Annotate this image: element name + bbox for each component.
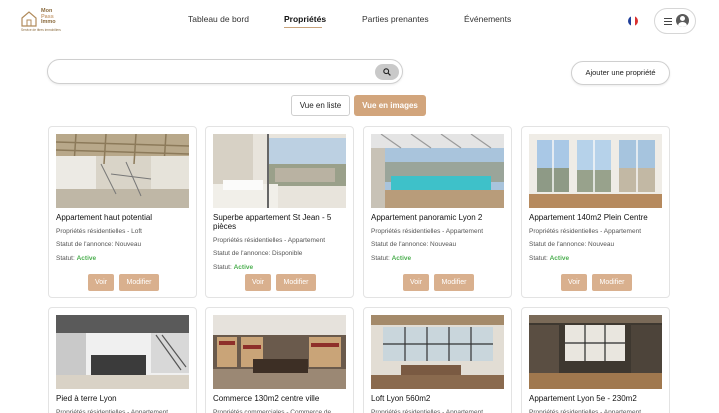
property-status: Statut: Active xyxy=(56,255,97,262)
nav-stakeholders[interactable]: Parties prenantes xyxy=(362,14,429,24)
status-badge: Active xyxy=(391,255,412,262)
nav-events[interactable]: Événements xyxy=(464,14,511,24)
nav-dashboard[interactable]: Tableau de bord xyxy=(188,14,249,24)
view-button[interactable]: Voir xyxy=(561,274,587,291)
property-title: Superbe appartement St Jean - 5 pièces xyxy=(213,213,332,231)
property-title: Appartement 140m2 Plein Centre xyxy=(529,213,648,222)
property-title: Pied à terre Lyon xyxy=(56,394,117,403)
french-flag-icon[interactable] xyxy=(628,16,638,26)
nav-properties[interactable]: Propriétés xyxy=(284,14,326,24)
property-type: Propriétés résidentielles - Appartement xyxy=(529,228,642,235)
property-card: Loft Lyon 560m2 Propriétés résidentielle… xyxy=(363,307,512,413)
property-photo[interactable] xyxy=(213,134,346,208)
search-button[interactable] xyxy=(375,64,399,80)
property-photo[interactable] xyxy=(529,315,662,389)
edit-button[interactable]: Modifier xyxy=(276,274,316,291)
property-status: Statut: Active xyxy=(213,264,254,271)
property-type: Propriétés résidentielles - Appartement xyxy=(371,409,484,413)
status-badge: Active xyxy=(549,255,570,262)
property-photo[interactable] xyxy=(56,134,189,208)
property-card: Pied à terre Lyon Propriétés résidentiel… xyxy=(48,307,197,413)
search-bar xyxy=(47,59,403,84)
search-icon xyxy=(383,68,391,76)
property-title: Appartement haut potential xyxy=(56,213,153,222)
list-view-button[interactable]: Vue en liste xyxy=(291,95,350,116)
listing-status: Statut de l'annonce: Nouveau xyxy=(56,241,142,248)
property-card: Superbe appartement St Jean - 5 pièces P… xyxy=(205,126,354,298)
nav-active-underline xyxy=(284,27,322,28)
edit-button[interactable]: Modifier xyxy=(119,274,159,291)
property-photo[interactable] xyxy=(371,315,504,389)
property-title: Commerce 130m2 centre ville xyxy=(213,394,320,403)
property-status: Statut: Active xyxy=(371,255,412,262)
logo-wordmark: Mon Pass Immo xyxy=(41,8,56,26)
property-photo[interactable] xyxy=(213,315,346,389)
view-button[interactable]: Voir xyxy=(88,274,114,291)
property-card: Commerce 130m2 centre ville Propriétés c… xyxy=(205,307,354,413)
add-property-button[interactable]: Ajouter une propriété xyxy=(571,61,670,85)
search-input[interactable] xyxy=(58,64,368,80)
property-type: Propriétés résidentielles - Appartement xyxy=(56,409,169,413)
edit-button[interactable]: Modifier xyxy=(434,274,474,291)
logo-line-3: Immo xyxy=(41,19,56,26)
property-card: Appartement panoramic Lyon 2 Propriétés … xyxy=(363,126,512,298)
listing-status: Statut de l'annonce: Nouveau xyxy=(529,241,615,248)
status-badge: Active xyxy=(233,264,254,271)
view-button[interactable]: Voir xyxy=(245,274,271,291)
house-logo-icon xyxy=(21,11,37,27)
user-menu-button[interactable] xyxy=(654,8,696,34)
property-title: Loft Lyon 560m2 xyxy=(371,394,431,403)
hamburger-icon xyxy=(664,18,672,25)
brand-logo[interactable]: Mon Pass Immo Service de titres immobili… xyxy=(20,8,80,33)
property-title: Appartement Lyon 5e - 230m2 xyxy=(529,394,637,403)
listing-status: Statut de l'annonce: Disponible xyxy=(213,250,303,257)
top-header: Mon Pass Immo Service de titres immobili… xyxy=(0,0,719,42)
property-type: Propriétés résidentielles - Appartement xyxy=(529,409,642,413)
view-button[interactable]: Voir xyxy=(403,274,429,291)
status-badge: Active xyxy=(76,255,97,262)
logo-tagline: Service de titres immobiliers xyxy=(21,28,61,32)
property-type: Propriétés résidentielles - Loft xyxy=(56,228,142,235)
property-type: Propriétés résidentielles - Appartement xyxy=(213,237,326,244)
property-photo[interactable] xyxy=(56,315,189,389)
property-title: Appartement panoramic Lyon 2 xyxy=(371,213,483,222)
property-card: Appartement haut potential Propriétés ré… xyxy=(48,126,197,298)
property-card: Appartement Lyon 5e - 230m2 Propriétés r… xyxy=(521,307,670,413)
user-avatar-icon xyxy=(676,14,689,27)
image-view-button[interactable]: Vue en images xyxy=(354,95,426,116)
property-photo[interactable] xyxy=(529,134,662,208)
listing-status: Statut de l'annonce: Nouveau xyxy=(371,241,457,248)
property-type: Propriétés résidentielles - Appartement xyxy=(371,228,484,235)
property-status: Statut: Active xyxy=(529,255,570,262)
edit-button[interactable]: Modifier xyxy=(592,274,632,291)
property-type: Propriétés commerciales - Commerce de xyxy=(213,409,332,413)
property-photo[interactable] xyxy=(371,134,504,208)
property-card: Appartement 140m2 Plein Centre Propriété… xyxy=(521,126,670,298)
